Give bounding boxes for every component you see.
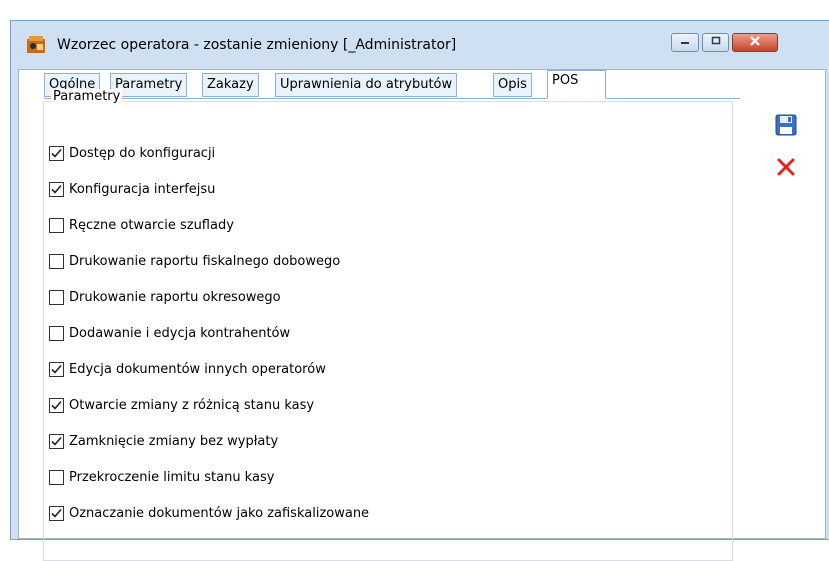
tab-strip-line bbox=[44, 98, 740, 99]
checkbox[interactable] bbox=[49, 361, 64, 377]
checkbox-label: Dodawanie i edycja kontrahentów bbox=[69, 325, 291, 341]
checkbox-label: Zamknięcie zmiany bez wypłaty bbox=[69, 433, 279, 449]
checkmark-icon bbox=[51, 364, 62, 374]
option-row[interactable]: Dodawanie i edycja kontrahentów bbox=[49, 323, 290, 343]
checkmark-icon bbox=[51, 400, 62, 410]
option-row[interactable]: Edycja dokumentów innych operatorów bbox=[49, 359, 326, 379]
checkbox-label: Edycja dokumentów innych operatorów bbox=[69, 361, 326, 377]
option-row[interactable]: Konfiguracja interfejsu bbox=[49, 179, 215, 199]
checkbox[interactable] bbox=[49, 469, 64, 485]
checkbox[interactable] bbox=[49, 325, 64, 341]
checkbox[interactable] bbox=[49, 145, 64, 161]
checkbox-label: Konfiguracja interfejsu bbox=[69, 181, 216, 197]
checkbox[interactable] bbox=[49, 433, 64, 449]
window-title: Wzorzec operatora - zostanie zmieniony [… bbox=[57, 37, 457, 53]
tab-zakazy[interactable]: Zakazy bbox=[202, 73, 259, 97]
title-bar[interactable]: Wzorzec operatora - zostanie zmieniony [… bbox=[11, 21, 829, 69]
checkbox-label: Otwarcie zmiany z różnicą stanu kasy bbox=[69, 397, 315, 413]
checkmark-icon bbox=[51, 148, 62, 158]
close-button[interactable] bbox=[732, 33, 778, 52]
checkbox[interactable] bbox=[49, 505, 64, 521]
option-row[interactable]: Przekroczenie limitu stanu kasy bbox=[49, 467, 274, 487]
maximize-icon bbox=[710, 35, 722, 50]
checkbox-label: Ręczne otwarcie szuflady bbox=[69, 217, 234, 233]
option-row[interactable]: Zamknięcie zmiany bez wypłaty bbox=[49, 431, 278, 451]
minimize-button[interactable] bbox=[671, 33, 699, 52]
minimize-icon bbox=[679, 35, 691, 50]
checkmark-icon bbox=[51, 508, 62, 518]
option-row[interactable]: Drukowanie raportu okresowego bbox=[49, 287, 281, 307]
parameters-group-legend: Parametry bbox=[51, 89, 123, 104]
checkbox-label: Dostęp do konfiguracji bbox=[69, 145, 216, 161]
tab-uprawnienia-do-atrybutow[interactable]: Uprawnienia do atrybutów bbox=[275, 73, 458, 97]
checkbox[interactable] bbox=[49, 181, 64, 197]
dialog-window: Wzorzec operatora - zostanie zmieniony [… bbox=[10, 20, 829, 561]
checkmark-icon bbox=[51, 184, 62, 194]
checkbox-label: Drukowanie raportu okresowego bbox=[69, 289, 281, 305]
close-icon bbox=[748, 35, 762, 51]
tab-pos[interactable]: POS bbox=[547, 70, 606, 99]
option-row[interactable]: Otwarcie zmiany z różnicą stanu kasy bbox=[49, 395, 314, 415]
option-row[interactable]: Dostęp do konfiguracji bbox=[49, 143, 215, 163]
checkbox[interactable] bbox=[49, 289, 64, 305]
checkbox-label: Przekroczenie limitu stanu kasy bbox=[69, 469, 275, 485]
operator-icon bbox=[25, 35, 47, 55]
cancel-button[interactable] bbox=[774, 157, 798, 181]
tab-opis[interactable]: Opis bbox=[493, 73, 532, 97]
checkbox[interactable] bbox=[49, 217, 64, 233]
option-row[interactable]: Oznaczanie dokumentów jako zafiskalizowa… bbox=[49, 503, 369, 523]
checkmark-icon bbox=[51, 436, 62, 446]
save-button[interactable] bbox=[774, 114, 798, 140]
checkbox[interactable] bbox=[49, 253, 64, 269]
option-row[interactable]: Drukowanie raportu fiskalnego dobowego bbox=[49, 251, 340, 271]
cancel-icon bbox=[776, 157, 796, 181]
checkbox[interactable] bbox=[49, 397, 64, 413]
checkbox-label: Oznaczanie dokumentów jako zafiskalizowa… bbox=[69, 505, 370, 521]
option-row[interactable]: Ręczne otwarcie szuflady bbox=[49, 215, 234, 235]
save-icon bbox=[775, 114, 797, 140]
checkbox-label: Drukowanie raportu fiskalnego dobowego bbox=[69, 253, 341, 269]
maximize-button[interactable] bbox=[702, 33, 729, 52]
